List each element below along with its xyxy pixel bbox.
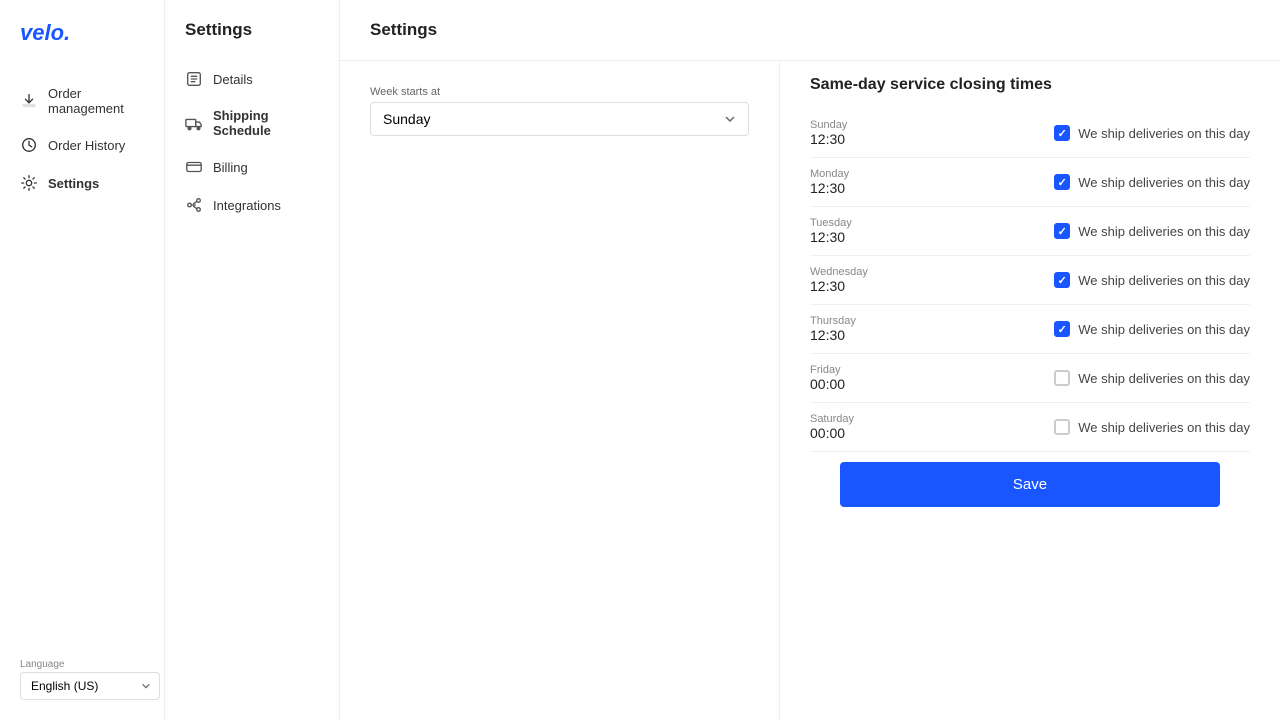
submenu-item-details[interactable]: Details xyxy=(165,60,339,98)
day-name: Tuesday xyxy=(810,217,910,229)
day-name: Wednesday xyxy=(810,266,910,278)
sidebar-label-order-history: Order History xyxy=(48,138,125,153)
submenu-label-billing: Billing xyxy=(213,160,248,175)
day-name: Friday xyxy=(810,364,910,376)
sidebar-item-order-management[interactable]: Order management xyxy=(0,76,164,126)
gear-icon xyxy=(20,174,38,192)
history-icon xyxy=(20,136,38,154)
card-icon xyxy=(185,158,203,176)
submenu-title: Settings xyxy=(165,20,339,60)
sidebar-label-settings: Settings xyxy=(48,176,99,191)
brand-name: velo. xyxy=(20,20,70,45)
day-row: Thursday12:30 We ship deliveries on this … xyxy=(810,305,1250,354)
day-time: 00:00 xyxy=(810,425,910,441)
main-header: Settings xyxy=(340,0,1280,61)
day-checkbox-sunday[interactable] xyxy=(1054,125,1070,141)
submenu-item-billing[interactable]: Billing xyxy=(165,148,339,186)
day-time: 12:30 xyxy=(810,131,910,147)
submenu-label-shipping-schedule: Shipping Schedule xyxy=(213,108,319,138)
language-select[interactable]: English (US) xyxy=(20,672,160,700)
sidebar-footer: Language English (US) xyxy=(0,659,164,700)
week-starts-select[interactable]: Sunday Monday Tuesday xyxy=(370,102,749,136)
day-checkbox-saturday[interactable] xyxy=(1054,419,1070,435)
settings-submenu: Settings Details Shipping Schedule xyxy=(165,0,340,720)
sidebar-item-order-history[interactable]: Order History xyxy=(0,126,164,164)
logo: velo. xyxy=(0,20,164,76)
week-starts-label: Week starts at xyxy=(370,86,749,98)
day-row: Wednesday12:30 We ship deliveries on this… xyxy=(810,256,1250,305)
same-day-title: Same-day service closing times xyxy=(810,76,1250,94)
week-starts-panel: Week starts at Sunday Monday Tuesday xyxy=(340,61,780,720)
sidebar-label-order-management: Order management xyxy=(48,86,144,116)
day-row: Saturday00:00 We ship deliveries on this … xyxy=(810,403,1250,452)
day-checkbox-thursday[interactable] xyxy=(1054,321,1070,337)
day-row: Tuesday12:30 We ship deliveries on this d… xyxy=(810,207,1250,256)
day-checkbox-label: We ship deliveries on this day xyxy=(1078,322,1250,337)
day-checkbox-wednesday[interactable] xyxy=(1054,272,1070,288)
day-name: Monday xyxy=(810,168,910,180)
integrations-icon xyxy=(185,196,203,214)
download-icon xyxy=(20,92,38,110)
day-checkbox-label: We ship deliveries on this day xyxy=(1078,224,1250,239)
day-time: 00:00 xyxy=(810,376,910,392)
submenu-label-integrations: Integrations xyxy=(213,198,281,213)
submenu-item-integrations[interactable]: Integrations xyxy=(165,186,339,224)
day-row: Friday00:00 We ship deliveries on this da… xyxy=(810,354,1250,403)
day-time: 12:30 xyxy=(810,180,910,196)
save-button[interactable]: Save xyxy=(840,462,1220,507)
day-time: 12:30 xyxy=(810,229,910,245)
day-checkbox-label: We ship deliveries on this day xyxy=(1078,420,1250,435)
language-label: Language xyxy=(20,659,144,670)
submenu-item-shipping-schedule[interactable]: Shipping Schedule xyxy=(165,98,339,148)
day-checkbox-label: We ship deliveries on this day xyxy=(1078,126,1250,141)
sidebar-item-settings[interactable]: Settings xyxy=(0,164,164,202)
day-checkbox-label: We ship deliveries on this day xyxy=(1078,273,1250,288)
day-name: Thursday xyxy=(810,315,910,327)
day-row: Sunday12:30 We ship deliveries on this da… xyxy=(810,109,1250,158)
page-title: Settings xyxy=(370,20,1250,40)
day-time: 12:30 xyxy=(810,327,910,343)
day-checkbox-monday[interactable] xyxy=(1054,174,1070,190)
save-bar: Save xyxy=(810,452,1250,527)
main-nav: Order management Order History Settings xyxy=(0,76,164,202)
day-time: 12:30 xyxy=(810,278,910,294)
same-day-panel: Same-day service closing times Sunday12:… xyxy=(780,61,1280,720)
day-name: Sunday xyxy=(810,119,910,131)
day-checkbox-tuesday[interactable] xyxy=(1054,223,1070,239)
day-checkbox-label: We ship deliveries on this day xyxy=(1078,175,1250,190)
day-checkbox-label: We ship deliveries on this day xyxy=(1078,371,1250,386)
days-container: Sunday12:30We ship deliveries on this da… xyxy=(810,109,1250,452)
day-name: Saturday xyxy=(810,413,910,425)
day-checkbox-friday[interactable] xyxy=(1054,370,1070,386)
truck-icon xyxy=(185,114,203,132)
details-icon xyxy=(185,70,203,88)
submenu-label-details: Details xyxy=(213,72,253,87)
day-row: Monday12:30 We ship deliveries on this da… xyxy=(810,158,1250,207)
